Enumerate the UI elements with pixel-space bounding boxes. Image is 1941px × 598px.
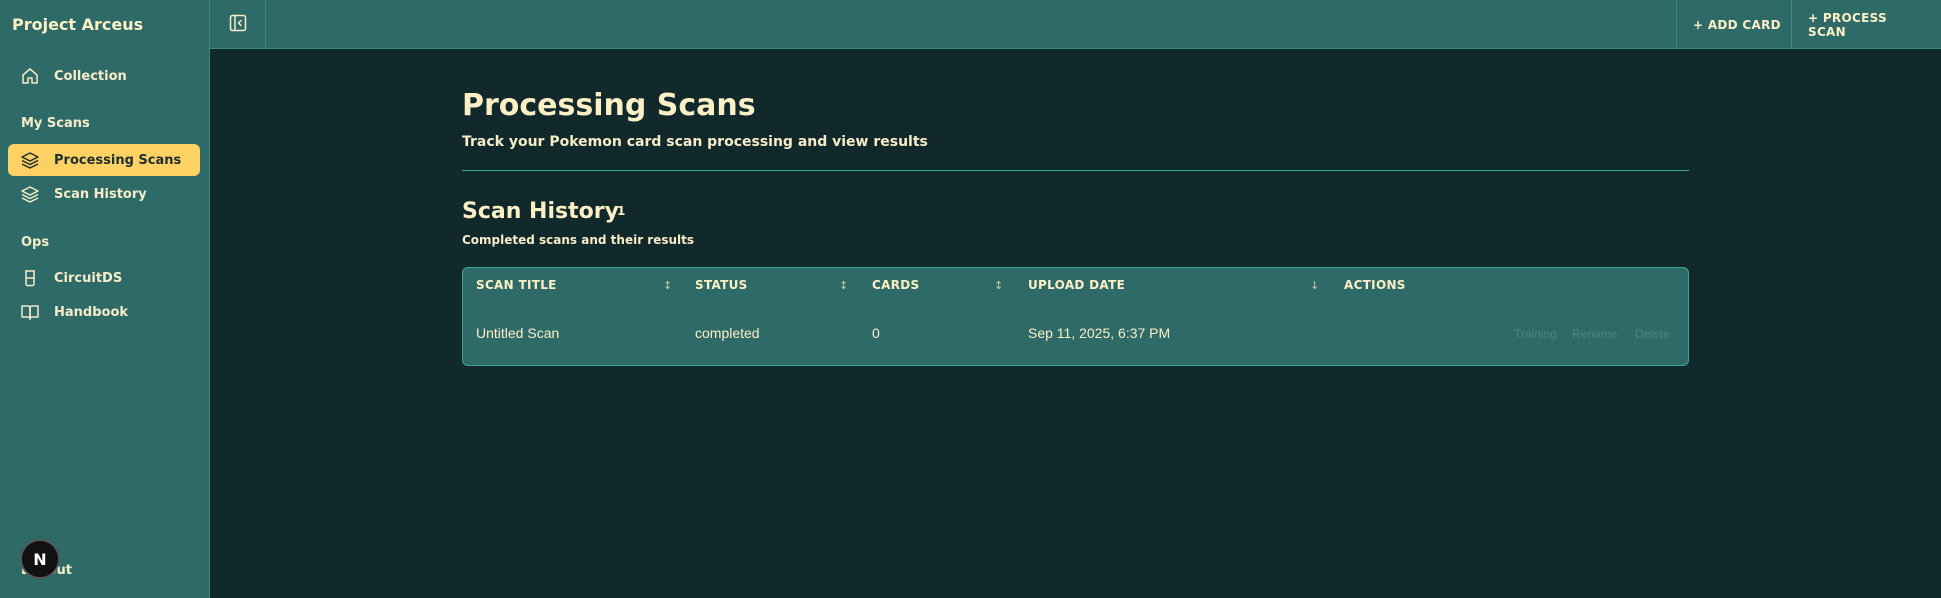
dev-badge[interactable]: N [20,539,60,579]
training-button[interactable]: Training [1514,327,1557,341]
rename-button[interactable]: Rename [1572,327,1617,341]
section-subtitle: Completed scans and their results [462,233,695,247]
sidebar-item-circuitds[interactable]: CircuitDS [8,262,200,294]
sort-icon[interactable]: ↕ [663,279,672,292]
process-scan-button[interactable]: + PROCESS SCAN [1791,0,1941,49]
sidebar-item-handbook[interactable]: Handbook [8,296,200,328]
home-icon [20,66,40,86]
sidebar-item-label: Handbook [54,304,129,320]
topbar: + ADD CARD + PROCESS SCAN [210,0,1941,49]
sidebar-item-scan-history[interactable]: Scan History [8,178,200,210]
sidebar-item-label: CircuitDS [54,270,123,286]
layers-icon [20,150,40,170]
sidebar-item-processing-scans[interactable]: Processing Scans [8,144,200,176]
layers-icon [20,184,40,204]
section-label-my-scans: My Scans [21,116,90,131]
sidebar-item-label: Collection [54,68,127,84]
sidebar-item-label: Scan History [54,186,147,202]
section-label-ops: Ops [21,235,50,250]
sidebar-item-label: Processing Scans [54,152,182,168]
header-cards[interactable]: CARDS [872,268,919,302]
header-actions: ACTIONS [1344,278,1406,292]
cell-status: completed [695,325,760,341]
sort-icon[interactable]: ↕ [994,279,1003,292]
sort-icon[interactable]: ↕ [839,279,848,292]
sidebar: Project Arceus Collection My Scans Proce… [0,0,210,598]
book-open-icon [20,302,40,322]
cell-cards: 0 [872,325,880,341]
sidebar-item-collection[interactable]: Collection [8,60,200,92]
beaker-icon [20,268,40,288]
cell-upload-date: Sep 11, 2025, 6:37 PM [1028,325,1171,341]
add-card-button[interactable]: + ADD CARD [1676,0,1802,49]
panel-collapse-icon [229,14,247,36]
cell-scan-title: Untitled Scan [476,325,560,341]
header-upload-date[interactable]: UPLOAD DATE [1028,268,1125,302]
sort-down-icon[interactable]: ↓ [1310,279,1319,292]
brand-title[interactable]: Project Arceus [12,15,143,34]
delete-button[interactable]: Delete [1635,327,1670,341]
header-status[interactable]: STATUS [695,268,748,302]
divider [462,170,1689,171]
header-scan-title[interactable]: SCAN TITLE [476,268,557,302]
page-title: Processing Scans [462,88,756,123]
page-subtitle: Track your Pokemon card scan processing … [462,134,928,150]
sidebar-toggle-button[interactable] [210,0,266,49]
scan-history-table: SCAN TITLE ↕ STATUS ↕ CARDS ↕ UPLOAD DAT… [462,267,1689,366]
section-title: Scan History [462,199,619,224]
count-badge: 1 [617,204,626,218]
